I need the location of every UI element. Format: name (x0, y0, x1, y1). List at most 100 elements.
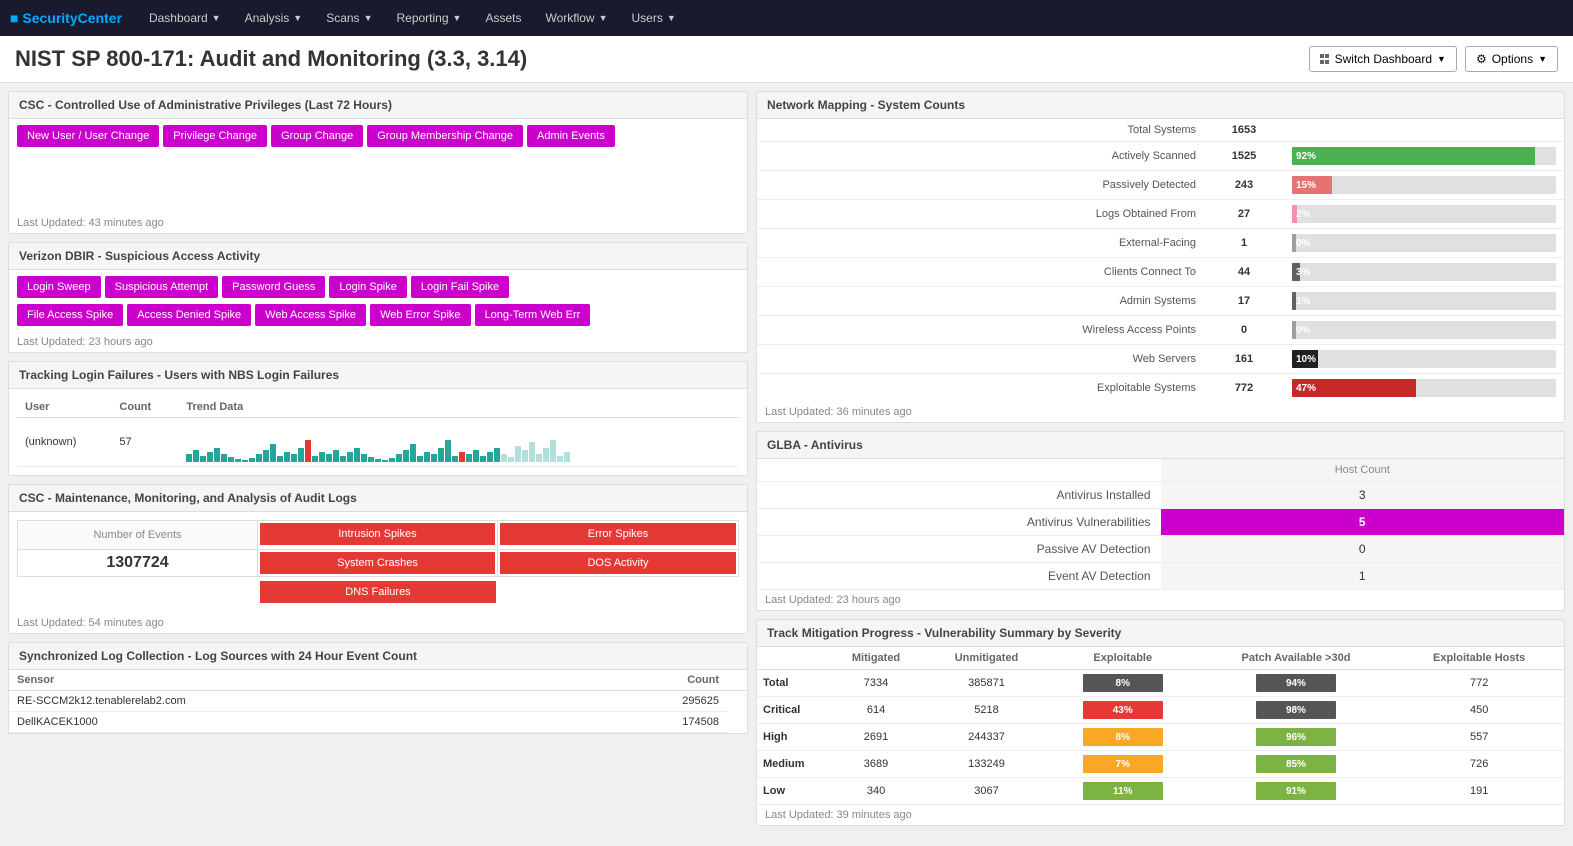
vuln-cell: Medium (757, 751, 827, 778)
login-fail-spike-button[interactable]: Login Fail Spike (411, 276, 509, 298)
access-denied-spike-button[interactable]: Access Denied Spike (127, 304, 251, 326)
long-term-web-err-button[interactable]: Long-Term Web Err (475, 304, 591, 326)
password-guess-button[interactable]: Password Guess (222, 276, 325, 298)
vuln-cell: 450 (1394, 697, 1564, 724)
switch-dashboard-button[interactable]: Switch Dashboard ▼ (1309, 46, 1457, 72)
nav-workflow[interactable]: Workflow ▼ (533, 0, 619, 36)
dos-activity-button[interactable]: DOS Activity (500, 552, 736, 574)
group-membership-button[interactable]: Group Membership Change (367, 125, 523, 147)
web-access-spike-button[interactable]: Web Access Spike (255, 304, 366, 326)
audit-error-cell: Error Spikes (498, 521, 738, 550)
options-button[interactable]: ⚙ Options ▼ (1465, 46, 1558, 72)
vuln-cell: Total (757, 670, 827, 697)
nm-row-label: External-Facing (757, 229, 1204, 258)
nm-row-count: 17 (1204, 287, 1284, 316)
glba-table: Host Count Antivirus Installed3Antivirus… (757, 459, 1564, 590)
verizon-card: Verizon DBIR - Suspicious Access Activit… (8, 242, 748, 353)
table-row: Low340306711%91%191 (757, 778, 1564, 805)
network-mapping-header: Network Mapping - System Counts (757, 92, 1564, 119)
error-spikes-button[interactable]: Error Spikes (500, 523, 736, 545)
vuln-col-patch: Patch Available >30d (1198, 647, 1395, 670)
vuln-cell: 8% (1048, 670, 1198, 697)
table-row: Antivirus Installed3 (757, 482, 1564, 509)
trend-bar (445, 440, 451, 462)
nm-row-count: 44 (1204, 258, 1284, 287)
gear-icon: ⚙ (1476, 52, 1487, 66)
nm-row-bar: 2% (1284, 200, 1564, 229)
lf-trend (178, 418, 739, 467)
glba-row-label: Event AV Detection (757, 563, 1161, 590)
nav-analysis[interactable]: Analysis ▼ (233, 0, 315, 36)
nav-reporting[interactable]: Reporting ▼ (384, 0, 473, 36)
analysis-arrow-icon: ▼ (293, 13, 302, 23)
empty-cell2 (498, 579, 739, 605)
vuln-col-exploitable: Exploitable (1048, 647, 1198, 670)
nav-assets[interactable]: Assets (473, 0, 533, 36)
table-row: Antivirus Vulnerabilities5 (757, 509, 1564, 536)
vuln-cell: 3689 (827, 751, 925, 778)
privilege-change-button[interactable]: Privilege Change (163, 125, 267, 147)
login-sweep-button[interactable]: Login Sweep (17, 276, 101, 298)
vuln-summary-card: Track Mitigation Progress - Vulnerabilit… (756, 619, 1565, 826)
new-user-button[interactable]: New User / User Change (17, 125, 159, 147)
table-row: Admin Systems171% (757, 287, 1564, 316)
intrusion-spikes-button[interactable]: Intrusion Spikes (260, 523, 495, 545)
log-collection-header: Synchronized Log Collection - Log Source… (9, 643, 747, 670)
csc-admin-card: CSC - Controlled Use of Administrative P… (8, 91, 748, 234)
vuln-cell: 340 (827, 778, 925, 805)
lf-col-user: User (17, 397, 111, 418)
trend-bar (354, 448, 360, 462)
table-row: Event AV Detection1 (757, 563, 1564, 590)
log-sensor-1: RE-SCCM2k12.tenablerelab2.com (9, 691, 568, 712)
trend-bar (375, 459, 381, 462)
audit-logs-card: CSC - Maintenance, Monitoring, and Analy… (8, 484, 748, 634)
file-access-spike-button[interactable]: File Access Spike (17, 304, 123, 326)
vuln-cell: 7% (1048, 751, 1198, 778)
group-change-button[interactable]: Group Change (271, 125, 363, 147)
table-row: Web Servers16110% (757, 345, 1564, 374)
glba-row-value: 1 (1161, 563, 1565, 590)
vuln-cell: 614 (827, 697, 925, 724)
vuln-cell: 98% (1198, 697, 1395, 724)
login-failures-body: User Count Trend Data (unknown) 57 (9, 389, 747, 475)
suspicious-attempt-button[interactable]: Suspicious Attempt (105, 276, 219, 298)
trend-bar (557, 456, 563, 462)
nm-row-label: Clients Connect To (757, 258, 1204, 287)
system-crashes-button[interactable]: System Crashes (260, 552, 495, 574)
glba-row-label: Antivirus Vulnerabilities (757, 509, 1161, 536)
nav-users[interactable]: Users ▼ (620, 0, 688, 36)
trend-bar (403, 450, 409, 462)
table-row: DellKACEK1000 174508 (9, 712, 747, 733)
table-row: (unknown) 57 (17, 418, 739, 467)
trend-bar (452, 456, 458, 462)
trend-bar (277, 456, 283, 462)
nm-row-label: Passively Detected (757, 171, 1204, 200)
vuln-cell: 2691 (827, 724, 925, 751)
nm-row-count: 772 (1204, 374, 1284, 403)
nav-dashboard[interactable]: Dashboard ▼ (137, 0, 233, 36)
trend-bar (389, 458, 395, 462)
trend-bar (291, 454, 297, 462)
workflow-arrow-icon: ▼ (599, 13, 608, 23)
log-count-2: 174508 (568, 712, 727, 733)
users-arrow-icon: ▼ (667, 13, 676, 23)
table-row: Critical614521843%98%450 (757, 697, 1564, 724)
right-column: Network Mapping - System Counts Total Sy… (756, 91, 1565, 826)
network-mapping-last-updated: Last Updated: 36 minutes ago (757, 402, 1564, 422)
vuln-summary-header: Track Mitigation Progress - Vulnerabilit… (757, 620, 1564, 647)
vuln-cell: 385871 (925, 670, 1048, 697)
nm-row-label: Admin Systems (757, 287, 1204, 316)
web-error-spike-button[interactable]: Web Error Spike (370, 304, 471, 326)
nav-scans[interactable]: Scans ▼ (314, 0, 384, 36)
trend-bar (200, 456, 206, 462)
trend-bar (522, 450, 528, 462)
dashboard-arrow-icon: ▼ (212, 13, 221, 23)
lf-col-trend: Trend Data (178, 397, 739, 418)
login-failures-card: Tracking Login Failures - Users with NBS… (8, 361, 748, 476)
admin-events-button[interactable]: Admin Events (527, 125, 615, 147)
trend-bar (459, 452, 465, 462)
login-spike-button[interactable]: Login Spike (329, 276, 407, 298)
lf-col-count: Count (111, 397, 178, 418)
dns-failures-button[interactable]: DNS Failures (260, 581, 497, 603)
vuln-cell: 96% (1198, 724, 1395, 751)
